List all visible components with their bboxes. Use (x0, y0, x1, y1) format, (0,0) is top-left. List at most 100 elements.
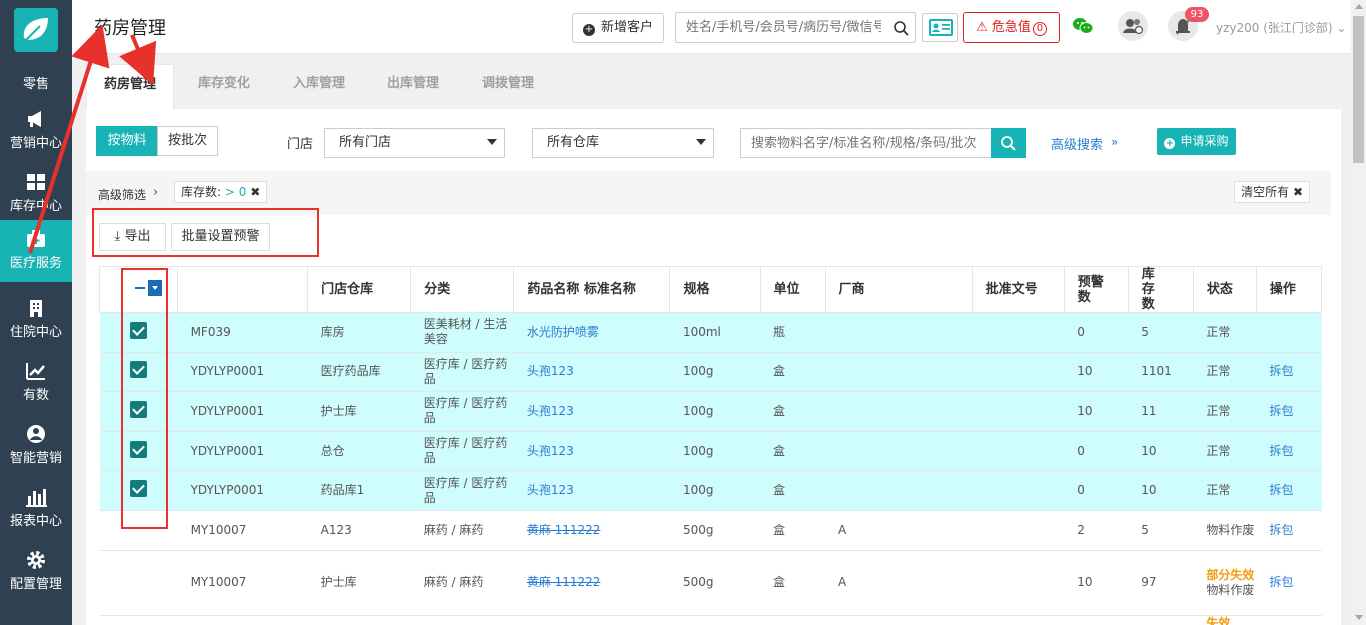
status-text: 正常 (1206, 403, 1231, 418)
cell-maker (825, 391, 973, 432)
apply-purchase-label: 申请采购 (1180, 134, 1229, 148)
sidebar-item-settings[interactable]: 配置管理 (0, 541, 72, 603)
apply-purchase-button[interactable]: + 申请采购 (1157, 128, 1236, 155)
material-search-button[interactable] (991, 128, 1026, 158)
warehouse-select[interactable]: 所有仓库 (532, 128, 714, 158)
unpack-link[interactable]: 拆包 (1269, 444, 1293, 458)
drug-name-link[interactable]: 头孢123 (527, 404, 574, 418)
cell-name: 头孢123 (513, 430, 670, 472)
drug-name-link[interactable]: 头孢123 (527, 483, 574, 497)
sidebar-item-label: 有数 (22, 388, 49, 403)
cell-unit: 瓶 (760, 312, 826, 353)
cell-approval (972, 509, 1065, 551)
table-row[interactable]: 失效 (99, 614, 1322, 625)
drug-name-link[interactable]: 黄麻 111222 (527, 575, 601, 589)
sidebar-item-analytics[interactable]: 有数 (0, 352, 72, 414)
column-header-alert: 预警数 (1063, 266, 1129, 313)
scrollbar-thumb[interactable] (1353, 16, 1364, 163)
user-menu[interactable]: yzy200 (张江门诊部) ⌄ (1216, 19, 1346, 36)
cell-stock: 10 (1128, 430, 1194, 472)
table-row[interactable]: YDYLYP0001 医疗药品库 医疗库 / 医疗药品 头孢123 100g 盒 10 110… (99, 351, 1322, 393)
id-card-button[interactable] (922, 13, 958, 42)
table-row[interactable]: YDYLYP0001 药品库1 医疗库 / 医疗药品 头孢123 100g 盒 0 10 正常 拆… (99, 470, 1322, 511)
drug-name-link[interactable]: 水光防护喷雾 (527, 325, 599, 339)
table-row[interactable]: YDYLYP0001 护士库 医疗库 / 医疗药品 头孢123 100g 盒 10 11 正常 拆… (99, 391, 1322, 432)
by-batch-button[interactable]: 按批次 (157, 126, 218, 156)
close-icon[interactable]: ✖ (250, 185, 260, 199)
tab-pharmacy[interactable]: 药房管理 (86, 64, 174, 110)
sidebar-item-marketing[interactable]: 营销中心 (0, 100, 72, 162)
scroll-down-icon[interactable] (1355, 615, 1363, 620)
material-search-input[interactable] (741, 129, 986, 157)
sidebar-item-inpatient[interactable]: 住院中心 (0, 289, 72, 351)
store-label: 门店 (287, 137, 314, 152)
unpack-link[interactable]: 拆包 (1269, 483, 1293, 497)
tab-inbound[interactable]: 入库管理 (274, 64, 364, 110)
cell-maker (825, 351, 973, 393)
scroll-up-icon[interactable] (1355, 4, 1363, 9)
customer-search-input[interactable] (676, 13, 881, 42)
cell-stock: 1101 (1128, 351, 1194, 393)
cell-alert (1064, 614, 1129, 625)
column-header-name: 药品名称 标准名称 (513, 266, 671, 313)
page-title: 药房管理 (94, 18, 166, 39)
table-row[interactable]: MY10007 A123 麻药 / 麻药 黄麻 111222 500g 盒 A 2 5 物料作废拆… (99, 509, 1322, 551)
table-row[interactable]: YDYLYP0001 总仓 医疗库 / 医疗药品 头孢123 100g 盒 0 10 正常 拆包 (99, 430, 1322, 472)
drug-name-link[interactable]: 头孢123 (527, 364, 574, 378)
store-select[interactable]: 所有门店 (324, 128, 505, 158)
sidebar-item-medical[interactable]: 医疗服务 (0, 220, 72, 282)
table-row[interactable]: MF039 库房 医美耗材 / 生活美容 水光防护喷雾 100ml 瓶 0 5 正常 (99, 312, 1322, 353)
table-row[interactable]: MY10007 护士库 麻药 / 麻药 黄麻 111222 500g 盒 A 10 97 部分失效… (99, 549, 1322, 616)
cell-code: MY10007 (177, 509, 308, 551)
annotation-highlight-box (121, 268, 168, 529)
wechat-icon[interactable] (1072, 17, 1094, 35)
cell-warehouse: 总仓 (307, 430, 411, 472)
sidebar-item-label: 营销中心 (9, 136, 62, 151)
chevron-down-icon (487, 139, 497, 145)
cell-spec: 100g (669, 351, 760, 393)
stock-filter-chip[interactable]: 库存数: > 0 ✖ (174, 181, 268, 203)
cell-warehouse: 护士库 (307, 391, 411, 432)
advanced-filter-label: 高级筛选 (98, 188, 147, 202)
cell-alert: 10 (1064, 391, 1129, 432)
status-text: 正常 (1206, 483, 1231, 498)
page-scrollbar[interactable] (1351, 0, 1366, 625)
cell-unit (760, 614, 826, 625)
cell-maker (825, 614, 973, 625)
sidebar-item-inventory[interactable]: 库存中心 (0, 163, 72, 225)
advanced-search-link[interactable]: 高级搜索 (1051, 134, 1103, 153)
status-text: 正常 (1206, 324, 1231, 339)
drug-name-link[interactable]: 头孢123 (527, 444, 574, 458)
sidebar-item-smart-marketing[interactable]: 智能营销 (0, 415, 72, 477)
cell-status: 正常 (1193, 351, 1257, 393)
by-material-button[interactable]: 按物料 (96, 126, 158, 156)
unpack-link[interactable]: 拆包 (1269, 364, 1293, 378)
leaf-logo-icon[interactable] (14, 8, 58, 52)
double-chevron-down-icon[interactable]: » (1111, 135, 1118, 149)
staff-button[interactable] (1118, 11, 1148, 41)
clear-all-button[interactable]: 清空所有 ✖ (1234, 181, 1310, 203)
add-customer-button[interactable]: + 新增客户 (572, 13, 664, 43)
people-icon (1123, 19, 1144, 35)
material-search (740, 128, 991, 158)
unpack-link[interactable]: 拆包 (1269, 575, 1293, 589)
critical-value-button[interactable]: ⚠ 危急值 0 (963, 12, 1060, 43)
cell-category: 医疗库 / 医疗药品 (410, 430, 514, 472)
cell-alert: 0 (1064, 470, 1129, 511)
drug-name-link[interactable]: 黄麻 111222 (527, 523, 601, 537)
unpack-link[interactable]: 拆包 (1269, 404, 1293, 418)
tab-outbound[interactable]: 出库管理 (368, 64, 458, 110)
sidebar-item-reports[interactable]: 报表中心 (0, 478, 72, 540)
main-panel: 按物料 按批次 门店 所有门店 所有仓库 高级搜索 » + 申请采购 高级筛选 ›… (86, 109, 1341, 625)
cell-code: MF039 (177, 312, 308, 353)
tab-transfer[interactable]: 调拨管理 (462, 64, 554, 110)
cell-spec: 100g (669, 470, 760, 511)
unpack-link[interactable]: 拆包 (1269, 523, 1293, 537)
search-icon[interactable] (893, 20, 909, 36)
notification-badge: 93 (1185, 7, 1209, 22)
cell-status: 失效 (1193, 614, 1257, 625)
cell-approval (972, 430, 1065, 472)
cell-name: 头孢123 (513, 391, 670, 432)
tab-stock-changes[interactable]: 库存变化 (174, 64, 274, 110)
cell-stock: 11 (1128, 391, 1194, 432)
